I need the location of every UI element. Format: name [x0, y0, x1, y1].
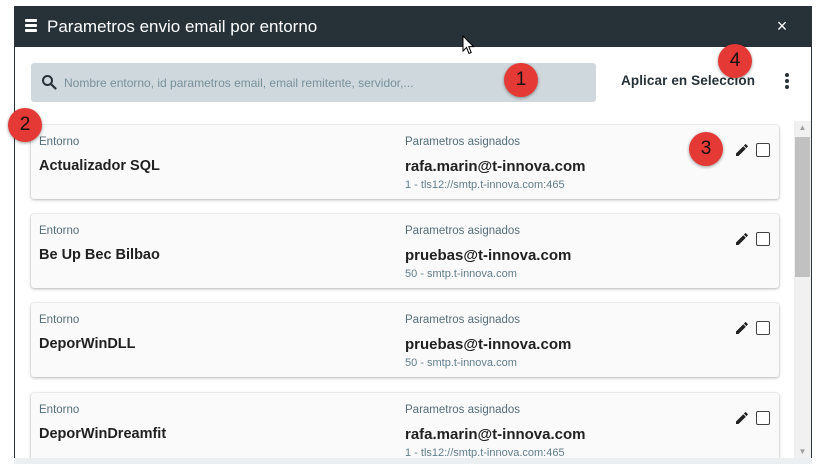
scroll-up-icon[interactable]: ▲ [794, 121, 811, 135]
dialog-titlebar: Parametros envio email por entorno × [15, 7, 811, 47]
sender-email: rafa.marin@t-innova.com [405, 158, 586, 175]
select-checkbox[interactable] [756, 411, 770, 425]
pencil-icon[interactable] [735, 411, 749, 425]
params-label: Parametros asignados [405, 136, 521, 148]
scroll-down-icon[interactable]: ▼ [794, 445, 811, 459]
server-info: 50 - smtp.t-innova.com [405, 357, 517, 369]
window-border-right [812, 0, 819, 464]
dialog-toolbar: Aplicar en Seleccion [15, 47, 811, 113]
server-info: 1 - tls12://smtp.t-innova.com:465 [405, 179, 565, 191]
env-name: DeporWinDreamfit [39, 426, 167, 442]
scroll-thumb[interactable] [795, 137, 810, 277]
params-label: Parametros asignados [405, 225, 521, 237]
environment-list: Entorno Actualizador SQL Parametros asig… [15, 113, 793, 463]
annotation-badge-4: 4 [718, 44, 752, 78]
window-border-left [0, 0, 14, 464]
search-icon [42, 75, 57, 90]
env-label: Entorno [39, 225, 80, 237]
list-item: Entorno DeporWinDLL Parametros asignados… [31, 303, 779, 377]
close-button[interactable]: × [771, 15, 793, 37]
list-item: Entorno DeporWinDreamfit Parametros asig… [31, 393, 779, 463]
env-label: Entorno [39, 314, 80, 326]
select-checkbox[interactable] [756, 232, 770, 246]
dialog-title: Parametros envio email por entorno [47, 17, 318, 36]
pencil-icon[interactable] [735, 143, 749, 157]
annotation-badge-3: 3 [689, 132, 723, 166]
sender-email: rafa.marin@t-innova.com [405, 426, 586, 443]
annotation-badge-2: 2 [8, 108, 42, 142]
list-scrollbar[interactable]: ▲ ▼ [794, 121, 811, 463]
more-vertical-icon[interactable] [781, 73, 793, 93]
background-window-strip [14, 458, 812, 464]
server-info: 50 - smtp.t-innova.com [405, 268, 517, 280]
env-name: Actualizador SQL [39, 158, 160, 174]
annotation-badge-1: 1 [504, 63, 538, 97]
select-checkbox[interactable] [756, 143, 770, 157]
select-checkbox[interactable] [756, 321, 770, 335]
sender-email: pruebas@t-innova.com [405, 336, 572, 353]
app-window: Parametros envio email por entorno × Apl… [0, 0, 819, 464]
params-label: Parametros asignados [405, 314, 521, 326]
sender-email: pruebas@t-innova.com [405, 247, 572, 264]
email-params-dialog: Parametros envio email por entorno × Apl… [14, 6, 812, 464]
list-item: Entorno Be Up Bec Bilbao Parametros asig… [31, 214, 779, 288]
env-name: DeporWinDLL [39, 336, 136, 352]
pencil-icon[interactable] [735, 232, 749, 246]
env-name: Be Up Bec Bilbao [39, 247, 160, 263]
mouse-cursor-icon [462, 35, 475, 55]
params-label: Parametros asignados [405, 404, 521, 416]
env-label: Entorno [39, 404, 80, 416]
env-label: Entorno [39, 136, 80, 148]
list-item: Entorno Actualizador SQL Parametros asig… [31, 125, 779, 199]
pencil-icon[interactable] [735, 321, 749, 335]
list-icon [25, 19, 37, 33]
